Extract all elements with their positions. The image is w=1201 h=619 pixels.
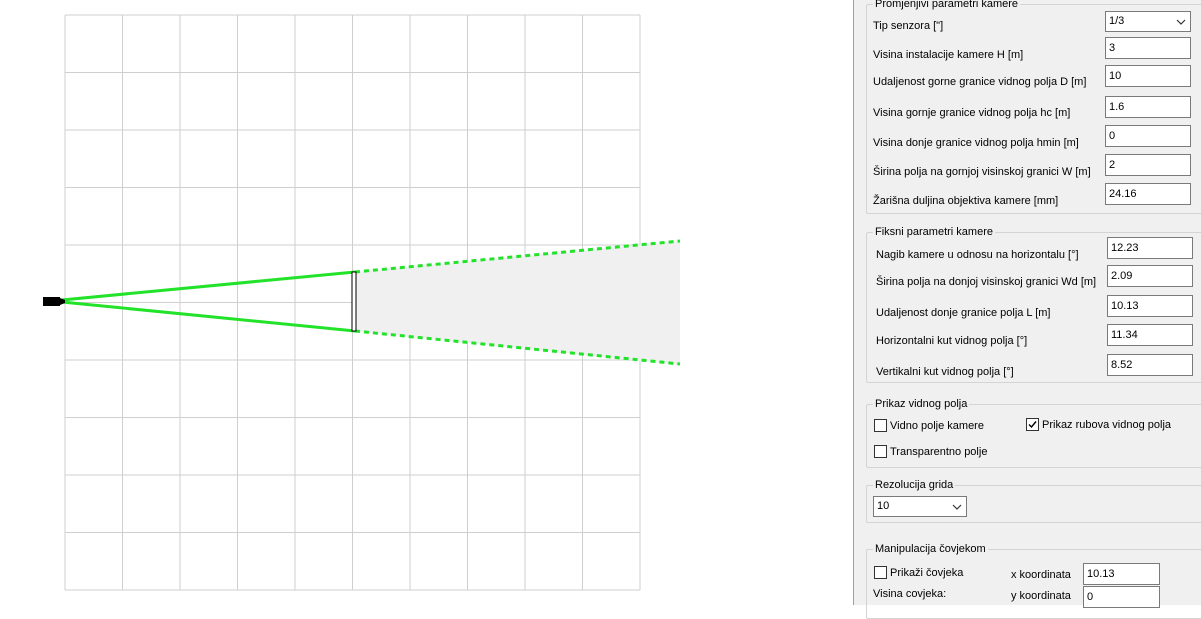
variable-params-title: Promjenjivi parametri kamere xyxy=(873,0,1021,11)
chevron-down-icon xyxy=(1175,12,1187,31)
lower-bound-height-label: Visina donje granice vidnog polja hmin [… xyxy=(873,137,1079,149)
upper-field-width-field[interactable] xyxy=(1105,154,1191,176)
show-person-label[interactable]: Prikaži čovjeka xyxy=(890,567,963,580)
vertical-angle-field[interactable] xyxy=(1107,354,1193,376)
lower-bound-height-field[interactable] xyxy=(1105,125,1191,147)
horizontal-angle-label: Horizontalni kut vidnog polja [°] xyxy=(876,335,1028,347)
fov-display-title: Prikaz vidnog polja xyxy=(873,398,970,411)
fov-lower-edge xyxy=(61,300,356,333)
sensor-type-select[interactable]: 1/3 xyxy=(1105,11,1191,32)
person-title: Manipulacija čovjekom xyxy=(873,543,988,556)
upper-bound-distance-label: Udaljenost gorne granice vidnog polja D … xyxy=(873,76,1087,88)
upper-bound-distance-field[interactable] xyxy=(1105,65,1191,87)
vertical-angle-label: Vertikalni kut vidnog polja [°] xyxy=(876,366,1014,378)
upper-field-width-label: Širina polja na gornjoj visinskoj granic… xyxy=(873,166,1091,178)
grid-resolution-title: Rezolucija grida xyxy=(873,479,956,492)
upper-bound-height-field[interactable] xyxy=(1105,96,1191,118)
fixed-params-title: Fiksni parametri kamere xyxy=(873,226,995,239)
camera-fov-checkbox[interactable] xyxy=(874,419,887,432)
install-height-label: Visina instalacije kamere H [m] xyxy=(873,49,1024,61)
lower-field-width-field[interactable] xyxy=(1107,265,1193,287)
y-coordinate-label: y koordinata xyxy=(1011,590,1071,602)
focal-length-label: Žarišna duljina objektiva kamere [mm] xyxy=(873,195,1059,207)
upper-bound-height-label: Visina gornje granice vidnog polja hc [m… xyxy=(873,107,1071,119)
chevron-down-icon xyxy=(951,497,963,516)
camera-icon[interactable] xyxy=(43,297,65,306)
tilt-label: Nagib kamere u odnosu na horizontalu [°] xyxy=(876,249,1079,261)
fov-canvas[interactable] xyxy=(0,0,853,605)
lower-field-width-label: Širina polja na donjoj visinskoj granici… xyxy=(876,276,1097,288)
sensor-type-value: 1/3 xyxy=(1109,15,1125,27)
transparent-checkbox[interactable] xyxy=(874,445,887,458)
fov-upper-edge xyxy=(61,270,356,302)
grid-resolution-select[interactable]: 10 xyxy=(873,496,967,517)
x-coordinate-label: x koordinata xyxy=(1011,569,1071,581)
fov-edges-checkbox[interactable] xyxy=(1026,418,1039,431)
person-height-label: Visina covjeka: xyxy=(873,588,947,600)
x-coordinate-field[interactable] xyxy=(1083,563,1160,585)
tilt-field[interactable] xyxy=(1107,237,1193,259)
lower-bound-distance-label: Udaljenost donje granice polja L [m] xyxy=(876,307,1051,319)
camera-fov-label[interactable]: Vidno polje kamere xyxy=(890,420,984,433)
transparent-label[interactable]: Transparentno polje xyxy=(890,446,987,459)
fov-edges-label[interactable]: Prikaz rubova vidnog polja xyxy=(1042,419,1171,432)
parameters-panel: Promjenjivi parametri kamere Tip senzora… xyxy=(853,0,1201,619)
target-plane xyxy=(351,271,357,332)
grid-resolution-value: 10 xyxy=(877,500,890,512)
focal-length-field[interactable] xyxy=(1105,183,1191,205)
show-person-checkbox[interactable] xyxy=(874,566,887,579)
lower-bound-distance-field[interactable] xyxy=(1107,295,1193,317)
install-height-field[interactable] xyxy=(1105,37,1191,59)
sensor-type-label: Tip senzora ["] xyxy=(873,20,944,32)
horizontal-angle-field[interactable] xyxy=(1107,324,1193,346)
